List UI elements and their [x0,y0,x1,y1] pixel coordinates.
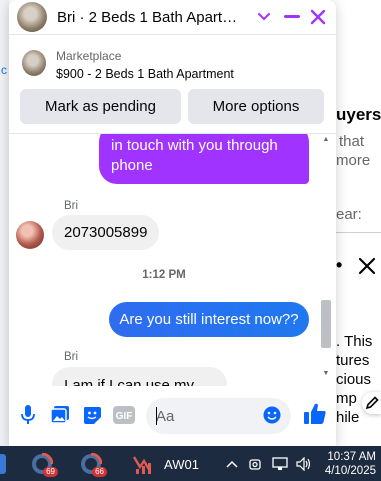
notification-badge: 69 [43,467,58,477]
network-icon[interactable] [271,450,289,478]
background-text: hile [336,409,360,426]
clock-time: 10:37 AM [327,451,376,463]
chart-icon[interactable] [130,450,158,478]
svg-text:GIF: GIF [116,411,133,422]
taskbar-app-label[interactable]: AW01 [164,457,199,472]
close-icon[interactable] [307,6,329,28]
scroll-up-icon[interactable]: ▲ [321,136,331,144]
mark-as-pending-button[interactable]: Mark as pending [20,89,181,124]
chevron-down-icon[interactable] [253,6,275,28]
sender-name: Bri [64,351,79,363]
sender-name: Bri [64,200,79,212]
message-text-line: phone [111,157,153,174]
browser-icon[interactable]: 69 [28,450,58,478]
background-text: cious [336,371,372,388]
screen: c uyers that more ear: • . This tures ci… [0,0,381,481]
dot-icon: • [336,255,343,275]
chevron-up-icon[interactable] [224,450,240,478]
emoji-icon[interactable] [261,404,283,426]
background-text: . This [336,333,373,350]
scroll-thumb[interactable] [321,300,331,348]
taskbar-app[interactable] [0,450,6,478]
taskbar: 69 66 AW01 10:37 AM 4/10/2025 [0,446,381,481]
outgoing-message-bubble[interactable]: Are you still interest now?? [109,302,309,337]
background-text: mp [336,390,357,407]
minimize-icon[interactable] [281,6,303,28]
gif-icon[interactable]: GIF [113,404,135,426]
background-text: more [336,152,371,169]
outgoing-message-bubble[interactable]: in touch with you through phone [99,134,309,184]
clock-date: 4/10/2025 [324,465,376,477]
listing-card[interactable]: Marketplace $900 - 2 Beds 1 Bath Apartme… [9,40,336,86]
microphone-icon[interactable] [17,404,39,426]
listing-label: Marketplace [56,49,122,63]
edit-icon[interactable] [362,392,381,414]
background-divider [333,232,381,233]
incoming-message-bubble[interactable]: I am if I can use my [52,367,227,386]
chat-header[interactable]: Bri · 2 Beds 1 Bath Apartm… [9,0,336,35]
background-heading: uyers [336,105,381,124]
avatar[interactable] [17,2,47,32]
message-timestamp: 1:12 PM [142,269,186,281]
message-composer: GIF [9,386,336,446]
message-thread[interactable]: in touch with you through phone Bri 2073… [9,134,336,386]
message-text: Are you still interest now?? [119,311,299,328]
sticker-icon[interactable] [81,404,103,426]
listing-thumbnail[interactable] [22,50,46,76]
more-options-button[interactable]: More options [188,89,324,124]
browser-icon[interactable]: 66 [77,450,107,478]
message-text: I am if I can use my [64,377,195,386]
background-text: ear: [336,206,362,223]
background-text: that [339,133,365,150]
scroll-down-icon[interactable]: ▼ [321,370,331,378]
background-text: tures [336,352,370,369]
listing-title[interactable]: $900 - 2 Beds 1 Bath Apartment [56,67,234,81]
background-text: c [1,63,7,77]
close-icon[interactable] [357,256,377,276]
photo-icon[interactable] [49,404,71,426]
message-text-line: in touch with you through [111,137,278,154]
notification-badge: 66 [92,467,107,477]
avatar[interactable] [16,221,44,249]
chat-title[interactable]: Bri · 2 Beds 1 Bath Apartm… [57,9,247,26]
volume-icon[interactable] [295,450,313,478]
like-icon[interactable] [302,401,328,427]
message-text: 2073005899 [64,224,148,241]
camera-icon[interactable] [247,450,263,478]
chat-window: Bri · 2 Beds 1 Bath Apartm… Marketplace … [9,0,336,446]
text-cursor [156,407,157,425]
scrollbar[interactable]: ▲ ▼ [319,134,331,386]
incoming-message-bubble[interactable]: 2073005899 [52,215,160,250]
clock[interactable]: 10:37 AM 4/10/2025 [322,450,376,478]
